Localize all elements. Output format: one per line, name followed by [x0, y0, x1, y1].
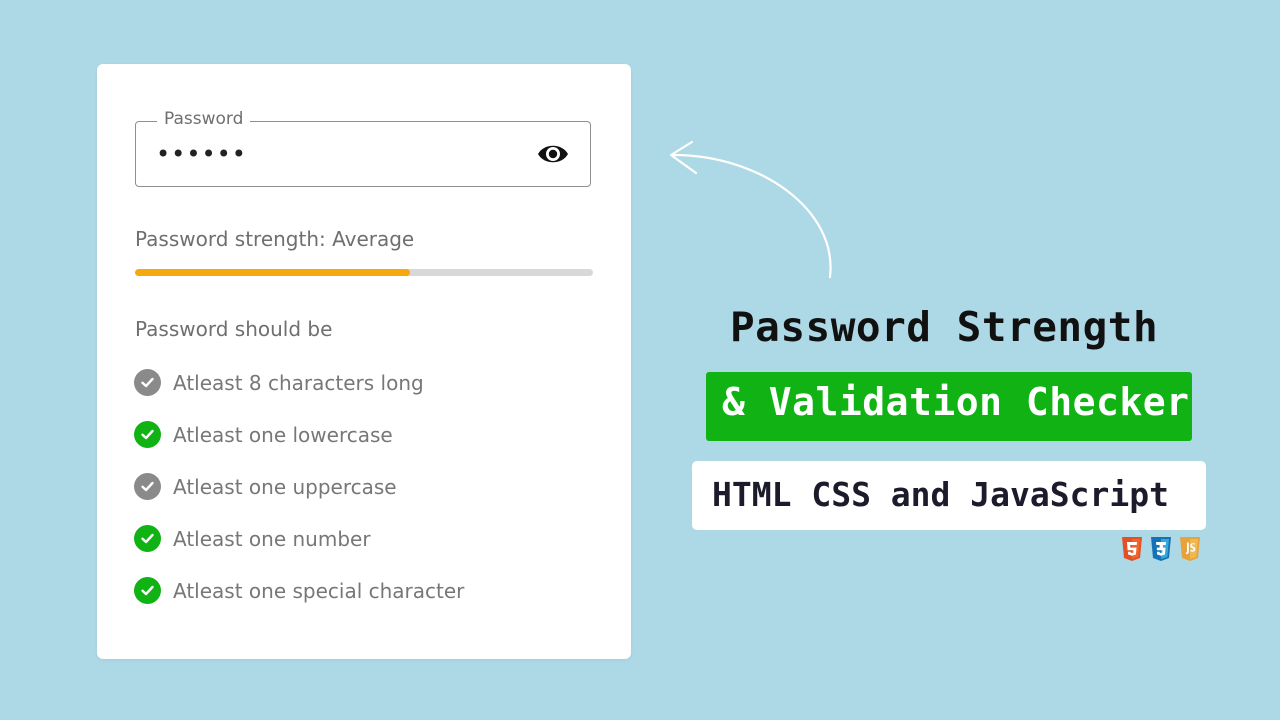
check-circle-icon	[134, 369, 161, 396]
javascript-icon	[1180, 537, 1200, 561]
css3-icon	[1151, 537, 1171, 561]
password-field[interactable]: Password	[135, 109, 591, 187]
curved-arrow-icon	[669, 140, 832, 279]
requirement-text: Atleast one special character	[173, 579, 465, 603]
html5-icon	[1122, 537, 1142, 561]
requirement-text: Atleast one uppercase	[173, 475, 397, 499]
strength-meter	[135, 269, 593, 276]
eye-icon[interactable]	[536, 140, 570, 168]
strength-label: Password strength: Average	[135, 227, 415, 251]
password-label: Password	[157, 109, 251, 129]
banner-subtitle-box: & Validation Checker	[706, 372, 1192, 441]
requirement-text: Atleast one number	[173, 527, 371, 551]
requirement-item: Atleast one number	[134, 524, 464, 576]
requirement-text: Atleast one lowercase	[173, 423, 393, 447]
password-card: Password Password strength: Average Pass…	[97, 64, 631, 659]
requirements-list: Atleast 8 characters long Atleast one low…	[134, 368, 464, 628]
check-circle-icon	[134, 421, 161, 448]
check-circle-icon	[134, 577, 161, 604]
check-circle-icon	[134, 525, 161, 552]
banner-tech: HTML CSS and JavaScript	[712, 475, 1169, 514]
requirement-item: Atleast one lowercase	[134, 420, 464, 472]
password-input[interactable]	[156, 139, 516, 169]
check-circle-icon	[134, 473, 161, 500]
requirement-item: Atleast one uppercase	[134, 472, 464, 524]
banner-subtitle: & Validation Checker	[722, 380, 1190, 424]
banner-tech-box: HTML CSS and JavaScript	[692, 461, 1206, 530]
requirements-title: Password should be	[135, 317, 333, 341]
requirement-text: Atleast 8 characters long	[173, 371, 424, 395]
requirement-item: Atleast one special character	[134, 576, 464, 628]
requirement-item: Atleast 8 characters long	[134, 368, 464, 420]
banner-title: Password Strength	[730, 303, 1159, 351]
tech-badges	[1121, 536, 1201, 562]
strength-meter-fill	[135, 269, 410, 276]
